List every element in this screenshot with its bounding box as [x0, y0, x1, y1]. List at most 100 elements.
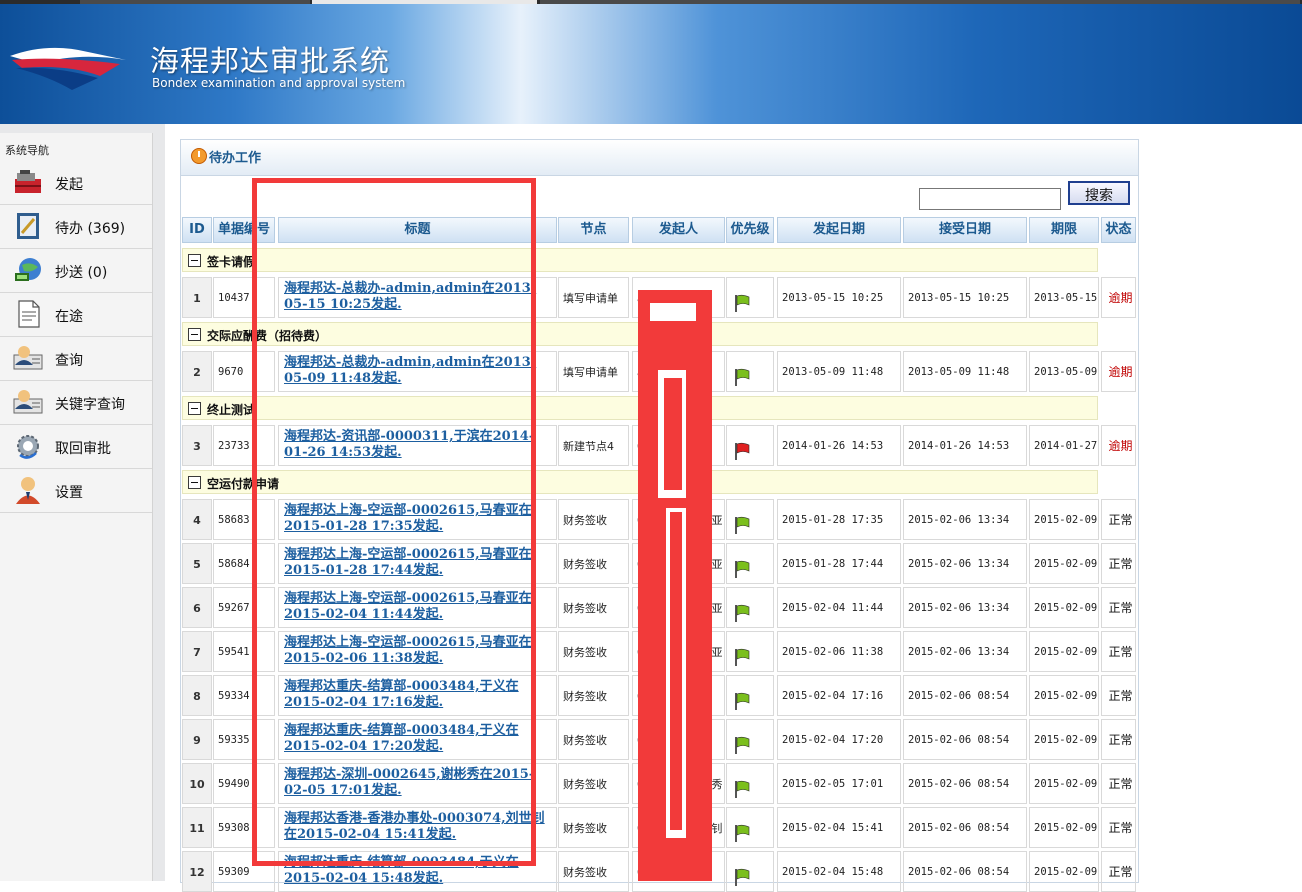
status-badge: 正常	[1108, 821, 1133, 835]
panel-title: 待办工作	[209, 151, 262, 166]
document-title-link[interactable]: 海程邦达上海-空运部-0002615,马春亚在2015-01-28 17:35发…	[278, 499, 557, 540]
toolbox-icon	[12, 167, 44, 197]
document-number: 58683	[213, 499, 275, 540]
document-title-link[interactable]: 海程邦达-总裁办-admin,admin在2013-05-15 10:25发起.	[278, 277, 557, 318]
user-card-icon	[12, 343, 44, 373]
sidebar-item-label: 待办 (369)	[55, 221, 126, 237]
document-title-link[interactable]: 海程邦达重庆-结算部-0003484,于义在2015-02-04 15:48发起…	[278, 851, 557, 892]
receive-date: 2015-02-06 08:54	[903, 719, 1027, 760]
sidebar-item[interactable]: 设置	[0, 469, 152, 513]
collapse-toggle-icon[interactable]	[188, 328, 201, 341]
node-name: 财务签收	[558, 499, 629, 540]
start-date: 2015-02-04 17:20	[777, 719, 901, 760]
group-row[interactable]: 交际应酬费（招待费）	[182, 322, 1098, 346]
app-title: 海程邦达审批系统	[150, 44, 391, 78]
document-number: 23733	[213, 425, 275, 466]
sidebar-item[interactable]: 抄送 (0)	[0, 249, 152, 293]
document-title-link[interactable]: 海程邦达重庆-结算部-0003484,于义在2015-02-04 17:16发起…	[278, 675, 557, 716]
col-id-header[interactable]: ID	[182, 217, 212, 243]
priority-cell	[726, 763, 774, 804]
priority-cell	[726, 675, 774, 716]
document-number: 58684	[213, 543, 275, 584]
sidebar-item-label: 关键字查询	[55, 397, 125, 413]
status-cell: 正常	[1101, 851, 1136, 892]
green-flag-icon	[733, 730, 751, 754]
start-date: 2015-02-05 17:01	[777, 763, 901, 804]
col-node-header[interactable]: 节点	[558, 217, 629, 243]
notebook-icon	[12, 211, 44, 241]
col-start-date-header[interactable]: 发起日期	[777, 217, 901, 243]
group-row[interactable]: 空运付款申请	[182, 470, 1098, 494]
sidebar-item[interactable]: 关键字查询	[0, 381, 152, 425]
green-flag-icon	[733, 774, 751, 798]
initiator-name: 0003074,刘世钊	[632, 807, 725, 848]
initiator-name: 0002615,马春亚	[632, 543, 725, 584]
row-id: 1	[182, 277, 212, 318]
sidebar-item[interactable]: 待办 (369)	[0, 205, 152, 249]
sidebar-nav: 系统导航 发起 待办 (369) 抄送 (0) 在途 查询 关键字查询 取回审批 设置	[0, 133, 153, 881]
status-badge: 逾期	[1108, 439, 1133, 453]
search-input[interactable]	[919, 188, 1061, 210]
initiator-name: 0003484,于义	[632, 851, 725, 892]
deadline-date: 2015-02-09	[1029, 587, 1099, 628]
col-status-header[interactable]: 状态	[1101, 217, 1136, 243]
status-cell: 正常	[1101, 719, 1136, 760]
document-title-link[interactable]: 海程邦达上海-空运部-0002615,马春亚在2015-01-28 17:44发…	[278, 543, 557, 584]
green-flag-icon	[733, 862, 751, 886]
sidebar-item-label: 发起	[55, 177, 83, 193]
gear-refresh-icon	[12, 431, 44, 461]
col-initiator-header[interactable]: 发起人	[632, 217, 725, 243]
deadline-date: 2015-02-09	[1029, 631, 1099, 672]
col-title-header[interactable]: 标题	[278, 217, 557, 243]
document-title-link[interactable]: 海程邦达重庆-结算部-0003484,于义在2015-02-04 17:20发起…	[278, 719, 557, 760]
initiator-name: admin,admin	[632, 351, 725, 392]
initiator-name: 0002645,谢彬秀	[632, 763, 725, 804]
status-cell: 正常	[1101, 763, 1136, 804]
col-deadline-header[interactable]: 期限	[1029, 217, 1099, 243]
node-name: 财务签收	[558, 587, 629, 628]
row-id: 12	[182, 851, 212, 892]
app-subtitle: Bondex examination and approval system	[152, 76, 406, 90]
receive-date: 2015-02-06 13:34	[903, 587, 1027, 628]
collapse-toggle-icon[interactable]	[188, 254, 201, 267]
document-number: 9670	[213, 351, 275, 392]
bondex-logo-icon	[10, 47, 126, 90]
status-cell: 正常	[1101, 499, 1136, 540]
sidebar-item[interactable]: 取回审批	[0, 425, 152, 469]
group-label: 签卡请假	[207, 255, 256, 269]
document-number: 59334	[213, 675, 275, 716]
document-title-link[interactable]: 海程邦达-总裁办-admin,admin在2013-05-09 11:48发起.	[278, 351, 557, 392]
document-title-link[interactable]: 海程邦达上海-空运部-0002615,马春亚在2015-02-04 11:44发…	[278, 587, 557, 628]
status-badge: 正常	[1108, 645, 1133, 659]
group-row[interactable]: 签卡请假	[182, 248, 1098, 272]
collapse-toggle-icon[interactable]	[188, 476, 201, 489]
group-row[interactable]: 终止测试	[182, 396, 1098, 420]
col-receive-date-header[interactable]: 接受日期	[903, 217, 1027, 243]
green-flag-icon	[733, 362, 751, 386]
deadline-date: 2015-02-09	[1029, 543, 1099, 584]
green-flag-icon	[733, 598, 751, 622]
search-button[interactable]: 搜索	[1068, 181, 1130, 205]
document-title-link[interactable]: 海程邦达-资讯部-0000311,于滨在2014-01-26 14:53发起.	[278, 425, 557, 466]
col-code-header[interactable]: 单据编号	[213, 217, 275, 243]
receive-date: 2015-02-06 13:34	[903, 499, 1027, 540]
document-title-link[interactable]: 海程邦达香港-香港办事处-0003074,刘世钊在2015-02-04 15:4…	[278, 807, 557, 848]
collapse-toggle-icon[interactable]	[188, 402, 201, 415]
deadline-date: 2015-02-09	[1029, 675, 1099, 716]
sidebar-item[interactable]: 查询	[0, 337, 152, 381]
sidebar-item[interactable]: 发起	[0, 161, 152, 205]
node-name: 新建节点4	[558, 425, 629, 466]
document-title-link[interactable]: 海程邦达-深圳-0002645,谢彬秀在2015-02-05 17:01发起.	[278, 763, 557, 804]
sidebar-item[interactable]: 在途	[0, 293, 152, 337]
priority-cell	[726, 499, 774, 540]
node-name: 填写申请单	[558, 351, 629, 392]
node-name: 财务签收	[558, 763, 629, 804]
document-title-link[interactable]: 海程邦达上海-空运部-0002615,马春亚在2015-02-06 11:38发…	[278, 631, 557, 672]
priority-cell	[726, 807, 774, 848]
status-cell: 逾期	[1101, 425, 1136, 466]
col-priority-header[interactable]: 优先级	[726, 217, 774, 243]
priority-cell	[726, 425, 774, 466]
clock-icon	[191, 148, 207, 164]
status-cell: 正常	[1101, 807, 1136, 848]
priority-cell	[726, 543, 774, 584]
